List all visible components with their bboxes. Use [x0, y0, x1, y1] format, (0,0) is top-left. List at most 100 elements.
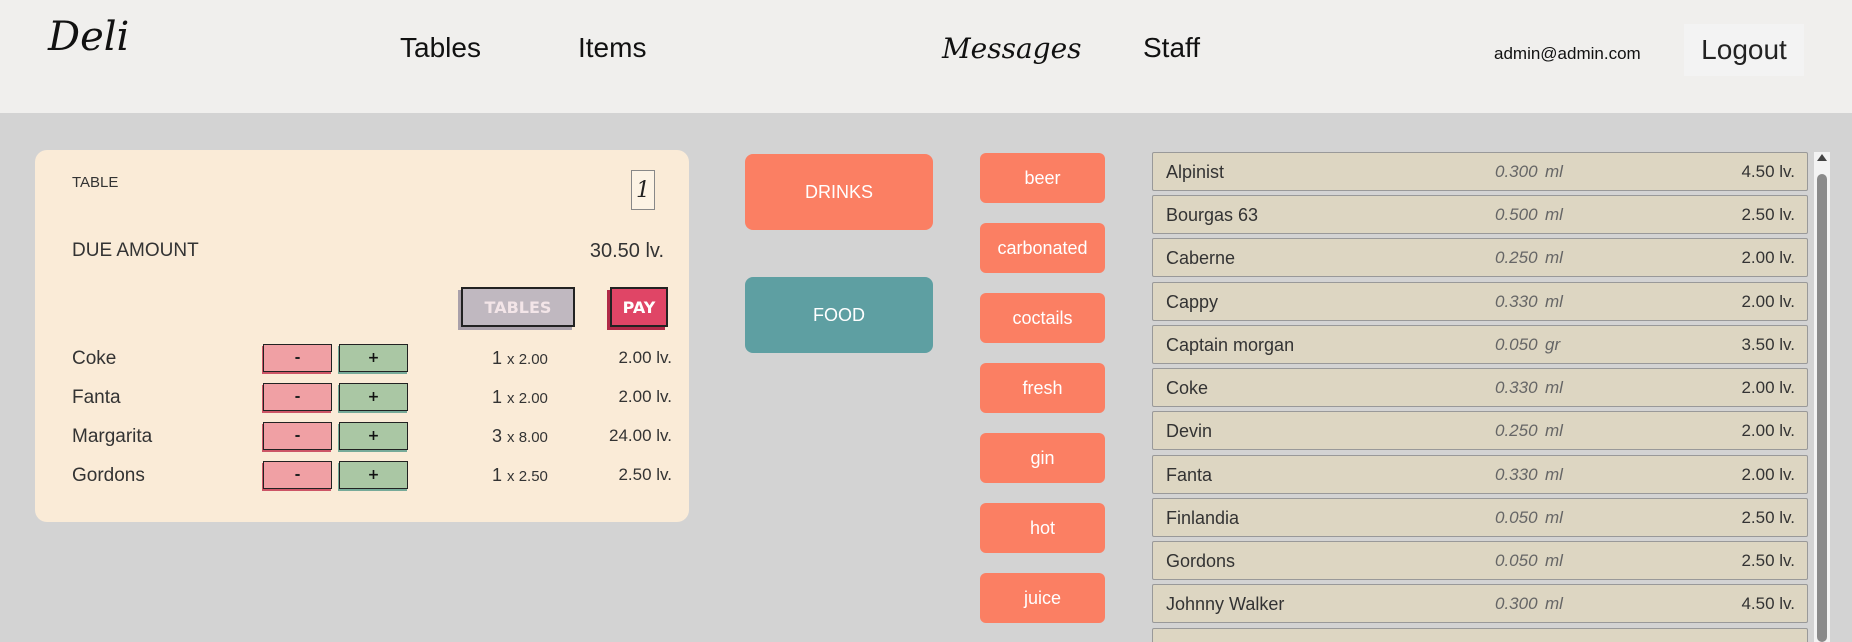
- product-row-johnny-walker[interactable]: Johnny Walker 0.300 ml 4.50 lv.: [1152, 584, 1808, 623]
- due-amount-value: 30.50 lv.: [589, 240, 664, 262]
- order-item-name: Margarita: [72, 426, 153, 447]
- product-name: Alpinist: [1166, 162, 1225, 182]
- product-row-caberne[interactable]: Caberne 0.250 ml 2.00 lv.: [1152, 238, 1808, 277]
- decrease-quantity-button[interactable]: -: [263, 383, 332, 411]
- nav-items[interactable]: Items: [578, 32, 646, 64]
- product-row-devin[interactable]: Devin 0.250 ml 2.00 lv.: [1152, 411, 1808, 450]
- product-unit: ml: [1545, 551, 1563, 570]
- subcategory-beer-button[interactable]: beer: [980, 153, 1105, 203]
- order-item-name: Coke: [72, 348, 117, 369]
- decrease-quantity-button[interactable]: -: [263, 422, 332, 450]
- product-row-partial[interactable]: [1152, 628, 1808, 642]
- increase-quantity-button[interactable]: +: [339, 422, 408, 450]
- product-price: 4.50 lv.: [1741, 162, 1795, 181]
- product-row-captain-morgan[interactable]: Captain morgan 0.050 gr 3.50 lv.: [1152, 325, 1808, 364]
- product-row-alpinist[interactable]: Alpinist 0.300 ml 4.50 lv.: [1152, 152, 1808, 191]
- nav-tables[interactable]: Tables: [400, 32, 481, 64]
- product-unit: ml: [1545, 594, 1563, 613]
- top-header: Deli Tables Items Messages Staff admin@a…: [0, 0, 1852, 113]
- order-item-quantity: 1 x 2.50: [492, 465, 548, 485]
- product-price: 2.50 lv.: [1741, 508, 1795, 527]
- product-quantity: 0.250: [1495, 248, 1538, 267]
- product-unit: ml: [1545, 378, 1563, 397]
- tables-button[interactable]: TABLES: [461, 287, 575, 327]
- product-name: Devin: [1166, 421, 1213, 441]
- product-quantity: 0.330: [1495, 378, 1538, 397]
- subcategory-coctails-button[interactable]: coctails: [980, 293, 1105, 343]
- product-quantity: 0.250: [1495, 421, 1538, 440]
- product-price: 2.50 lv.: [1741, 551, 1795, 570]
- product-price: 2.00 lv.: [1741, 378, 1795, 397]
- nav-messages[interactable]: Messages: [942, 32, 1082, 65]
- product-quantity: 0.050: [1495, 551, 1538, 570]
- order-item-total: 2.00 lv.: [618, 348, 672, 367]
- increase-quantity-button[interactable]: +: [339, 461, 408, 489]
- due-amount-label: DUE AMOUNT: [72, 240, 199, 261]
- nav-staff[interactable]: Staff: [1143, 32, 1200, 64]
- scroll-up-arrow-icon[interactable]: [1817, 154, 1827, 161]
- product-row-coke[interactable]: Coke 0.330 ml 2.00 lv.: [1152, 368, 1808, 407]
- order-item-row: Fanta - + 1 x 2.00 2.00 lv.: [72, 383, 672, 415]
- product-name: Cappy: [1166, 292, 1219, 312]
- order-item-total: 24.00 lv.: [608, 426, 672, 445]
- order-item-total: 2.00 lv.: [618, 387, 672, 406]
- product-row-bourgas-63[interactable]: Bourgas 63 0.500 ml 2.50 lv.: [1152, 195, 1808, 234]
- product-quantity: 0.500: [1495, 205, 1538, 224]
- product-list: Alpinist 0.300 ml 4.50 lv. Bourgas 63 0.…: [1152, 152, 1810, 642]
- scroll-thumb[interactable]: [1817, 174, 1827, 642]
- logout-button[interactable]: Logout: [1684, 24, 1804, 76]
- product-unit: ml: [1545, 205, 1563, 224]
- product-price: 2.00 lv.: [1741, 248, 1795, 267]
- order-item-quantity: 3 x 8.00: [492, 426, 548, 446]
- product-price: 2.00 lv.: [1741, 292, 1795, 311]
- table-label: TABLE: [72, 174, 119, 191]
- product-price: 2.00 lv.: [1741, 465, 1795, 484]
- product-list-scrollbar[interactable]: [1814, 152, 1830, 642]
- order-item-total: 2.50 lv.: [618, 465, 672, 484]
- app-logo[interactable]: Deli: [48, 14, 129, 60]
- product-quantity: 0.050: [1495, 335, 1538, 354]
- product-row-cappy[interactable]: Cappy 0.330 ml 2.00 lv.: [1152, 282, 1808, 321]
- order-item-name: Fanta: [72, 387, 121, 408]
- order-item-row: Margarita - + 3 x 8.00 24.00 lv.: [72, 422, 672, 454]
- product-price: 2.50 lv.: [1741, 205, 1795, 224]
- category-food-button[interactable]: FOOD: [745, 277, 933, 353]
- product-quantity: 0.050: [1495, 508, 1538, 527]
- decrease-quantity-button[interactable]: -: [263, 344, 332, 372]
- product-name: Bourgas 63: [1166, 205, 1259, 225]
- product-name: Gordons: [1166, 551, 1236, 571]
- table-number: 1: [631, 170, 655, 210]
- subcategory-fresh-button[interactable]: fresh: [980, 363, 1105, 413]
- product-name: Fanta: [1166, 465, 1213, 485]
- product-quantity: 0.300: [1495, 162, 1538, 181]
- order-item-row: Gordons - + 1 x 2.50 2.50 lv.: [72, 461, 672, 493]
- product-unit: ml: [1545, 465, 1563, 484]
- product-unit: ml: [1545, 162, 1563, 181]
- product-price: 2.00 lv.: [1741, 421, 1795, 440]
- decrease-quantity-button[interactable]: -: [263, 461, 332, 489]
- order-panel: TABLE 1 DUE AMOUNT 30.50 lv. TABLES PAY …: [35, 150, 689, 522]
- product-unit: ml: [1545, 248, 1563, 267]
- category-drinks-button[interactable]: DRINKS: [745, 154, 933, 230]
- subcategory-gin-button[interactable]: gin: [980, 433, 1105, 483]
- order-item-name: Gordons: [72, 465, 145, 486]
- product-name: Coke: [1166, 378, 1209, 398]
- increase-quantity-button[interactable]: +: [339, 344, 408, 372]
- order-item-quantity: 1 x 2.00: [492, 387, 548, 407]
- product-unit: ml: [1545, 292, 1563, 311]
- user-email: admin@admin.com: [1494, 44, 1641, 63]
- product-row-finlandia[interactable]: Finlandia 0.050 ml 2.50 lv.: [1152, 498, 1808, 537]
- product-name: Johnny Walker: [1166, 594, 1285, 614]
- product-row-fanta[interactable]: Fanta 0.330 ml 2.00 lv.: [1152, 455, 1808, 494]
- subcategory-juice-button[interactable]: juice: [980, 573, 1105, 623]
- product-unit: ml: [1545, 508, 1563, 527]
- product-row-gordons[interactable]: Gordons 0.050 ml 2.50 lv.: [1152, 541, 1808, 580]
- pay-button[interactable]: PAY: [610, 287, 668, 327]
- product-quantity: 0.300: [1495, 594, 1538, 613]
- order-item-row: Coke - + 1 x 2.00 2.00 lv.: [72, 344, 672, 376]
- subcategory-carbonated-button[interactable]: carbonated: [980, 223, 1105, 273]
- product-name: Captain morgan: [1166, 335, 1295, 355]
- order-item-quantity: 1 x 2.00: [492, 348, 548, 368]
- subcategory-hot-button[interactable]: hot: [980, 503, 1105, 553]
- increase-quantity-button[interactable]: +: [339, 383, 408, 411]
